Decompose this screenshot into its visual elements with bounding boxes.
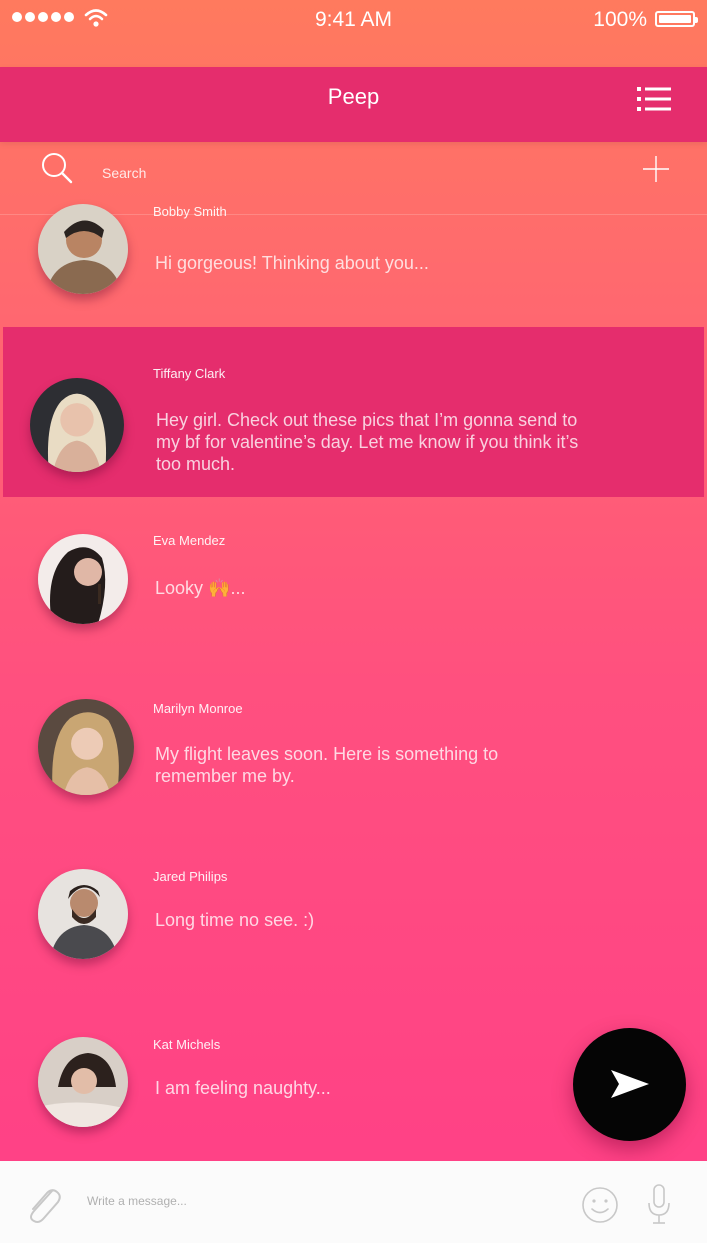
search-input[interactable]	[100, 160, 524, 186]
message-composer	[0, 1161, 707, 1243]
conversation-item[interactable]: Marilyn Monroe My flight leaves soon. He…	[0, 682, 707, 850]
conversation-item[interactable]: Eva Mendez Looky 🙌...	[0, 514, 707, 682]
send-icon	[611, 1070, 649, 1098]
message-preview: Hi gorgeous! Thinking about you...	[155, 253, 429, 273]
paperclip-icon[interactable]	[24, 1183, 62, 1225]
battery-icon	[655, 11, 698, 27]
conversation-item[interactable]: Jared Philips Long time no see. :)	[0, 850, 707, 1018]
avatar	[38, 699, 134, 795]
message-preview: Long time no see. :)	[155, 910, 315, 930]
message-preview: I am feeling naughty...	[155, 1078, 331, 1098]
nav-bar: Peep	[0, 67, 707, 142]
status-bar: 9:41 AM 100%	[0, 0, 707, 40]
contact-name: Tiffany Clark	[153, 366, 226, 381]
contact-name: Bobby Smith	[153, 204, 227, 219]
avatar	[38, 204, 128, 294]
avatar	[38, 1037, 128, 1127]
conversation-item-selected[interactable]: Tiffany Clark Hey girl. Check out these …	[3, 327, 704, 497]
message-preview: My flight leaves soon. Here is something…	[155, 744, 499, 786]
message-input[interactable]	[85, 1187, 529, 1215]
avatar	[38, 869, 128, 959]
contact-name: Jared Philips	[153, 869, 228, 884]
message-preview: Hey girl. Check out these pics that I’m …	[156, 410, 579, 474]
plus-icon[interactable]	[641, 154, 671, 184]
send-button[interactable]	[573, 1028, 686, 1141]
app-title: Peep	[327, 84, 380, 109]
emoji-icon[interactable]	[580, 1185, 620, 1225]
microphone-icon[interactable]	[646, 1183, 672, 1227]
contact-name: Kat Michels	[153, 1037, 221, 1052]
contact-name: Marilyn Monroe	[153, 701, 243, 716]
list-menu-icon[interactable]	[637, 86, 671, 112]
contact-name: Eva Mendez	[153, 533, 226, 548]
message-preview: Looky 🙌...	[155, 578, 246, 598]
battery-percentage: 100%	[593, 8, 647, 31]
search-icon[interactable]	[40, 151, 74, 185]
avatar	[38, 534, 128, 624]
avatar	[30, 378, 124, 472]
